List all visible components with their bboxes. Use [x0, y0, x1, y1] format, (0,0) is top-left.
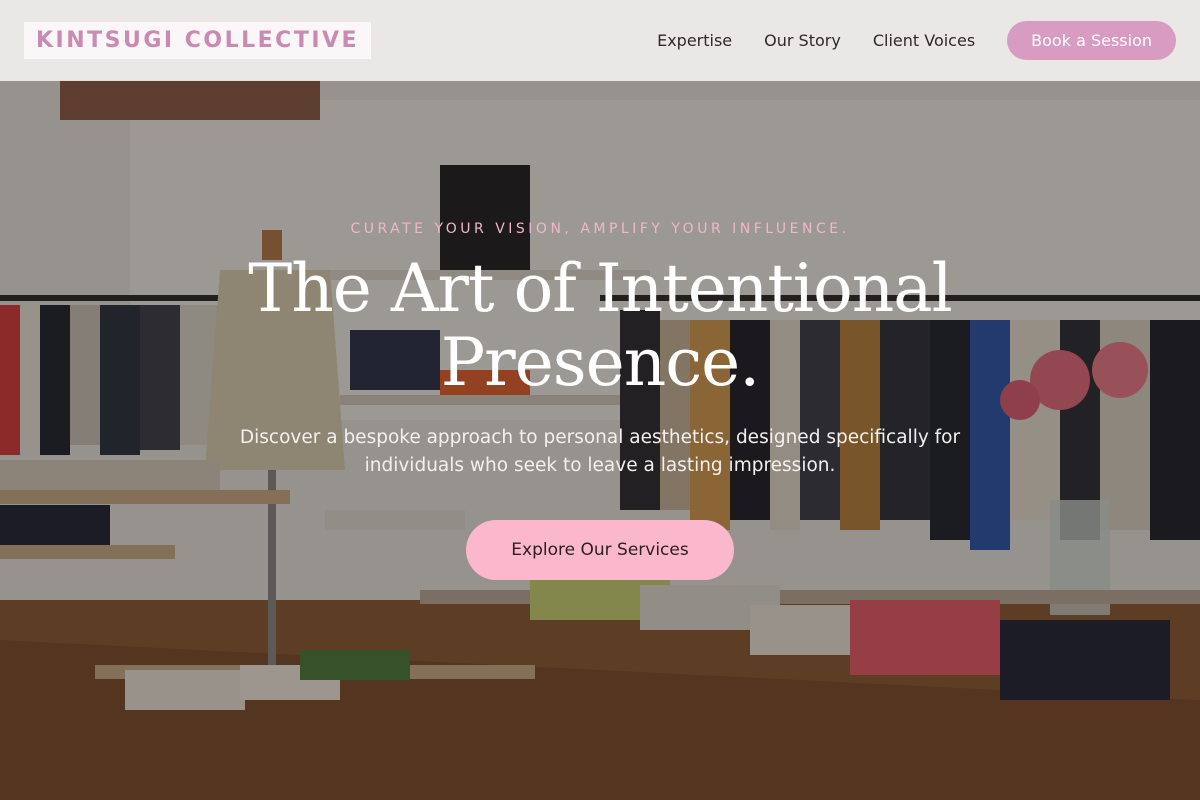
hero-subtext: Discover a bespoke approach to personal … — [239, 427, 961, 476]
nav-link-our-story[interactable]: Our Story — [764, 31, 841, 50]
nav-link-client-voices[interactable]: Client Voices — [873, 31, 975, 50]
main-nav: Expertise Our Story Client Voices Book a… — [657, 21, 1176, 60]
hero-tagline: CURATE YOUR VISION, AMPLIFY YOUR INFLUEN… — [350, 221, 850, 237]
explore-services-button[interactable]: Explore Our Services — [466, 520, 734, 580]
logo[interactable]: KINTSUGI COLLECTIVE — [24, 22, 372, 59]
nav-link-expertise[interactable]: Expertise — [657, 31, 732, 50]
site-header: KINTSUGI COLLECTIVE Expertise Our Story … — [0, 0, 1200, 81]
hero-headline: The Art of Intentional Presence. — [248, 250, 952, 401]
book-session-button[interactable]: Book a Session — [1007, 21, 1176, 60]
